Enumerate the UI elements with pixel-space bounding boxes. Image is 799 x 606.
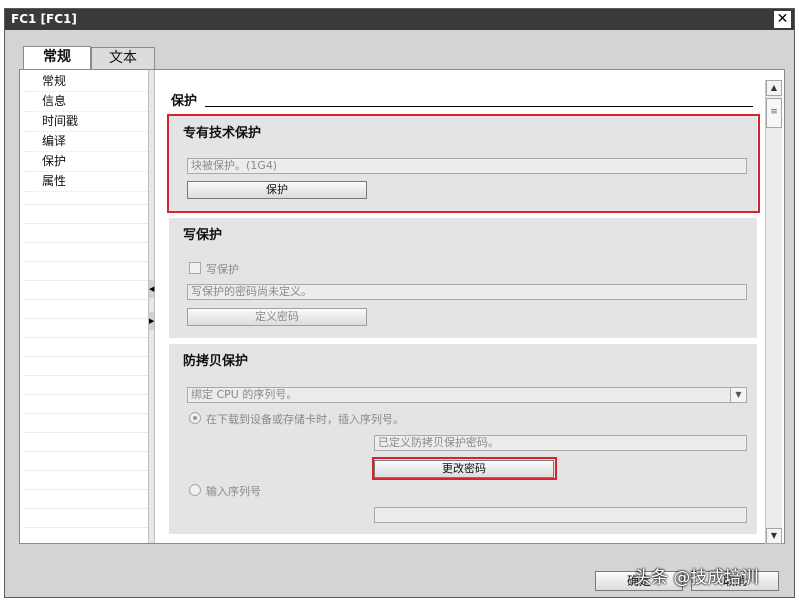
- nav-item-general[interactable]: 常规: [24, 72, 148, 92]
- copy-protection-panel: 防拷贝保护 绑定 CPU 的序列号。 ▼ 在下载到设备或存储卡时，插入序列号。 …: [169, 344, 757, 534]
- copy-protection-status-field: 已定义防拷贝保护密码。: [374, 435, 747, 451]
- collapse-left-icon[interactable]: ◀: [149, 280, 154, 298]
- nav-item-timestamp[interactable]: 时间戳: [24, 112, 148, 132]
- expand-right-icon[interactable]: ▶: [149, 312, 154, 330]
- write-protection-checkbox[interactable]: [189, 262, 201, 274]
- radio-enter-serial-label: 输入序列号: [206, 485, 261, 498]
- radio-insert-serial[interactable]: [189, 412, 201, 424]
- scroll-thumb[interactable]: ≡: [766, 98, 782, 128]
- nav-empty-area: [24, 186, 148, 536]
- write-protection-title: 写保护: [183, 228, 223, 243]
- properties-pane: 保护 专有技术保护 块被保护。(1G4) 保护 写保护 写保护 写保护的密码尚未…: [157, 70, 763, 543]
- define-password-button[interactable]: 定义密码: [187, 308, 367, 326]
- splitter[interactable]: ◀ ▶: [148, 70, 155, 543]
- nav-item-protection[interactable]: 保护: [24, 152, 148, 172]
- radio-insert-serial-label: 在下载到设备或存储卡时，插入序列号。: [206, 413, 404, 426]
- radio-enter-serial[interactable]: [189, 484, 201, 496]
- copy-protection-dropdown-value: 绑定 CPU 的序列号。: [191, 388, 298, 401]
- write-protection-status-field: 写保护的密码尚未定义。: [187, 284, 747, 300]
- tab-general[interactable]: 常规: [23, 46, 91, 70]
- vertical-scrollbar[interactable]: ▲ ≡ ▼: [765, 80, 782, 544]
- copy-protection-title: 防拷贝保护: [183, 354, 249, 369]
- title-bar: FC1 [FC1] ✕: [5, 9, 794, 30]
- section-title: 保护: [171, 94, 198, 109]
- window-title: FC1 [FC1]: [11, 12, 77, 26]
- close-icon[interactable]: ✕: [774, 11, 791, 28]
- content-frame: 常规 信息 时间戳 编译 保护 属性 ◀ ▶ 保护 专有技术保护 块被保护。(1…: [19, 69, 785, 544]
- scroll-up-icon[interactable]: ▲: [766, 80, 782, 96]
- write-protection-checkbox-label: 写保护: [206, 263, 239, 276]
- nav-tree: 常规 信息 时间戳 编译 保护 属性: [24, 72, 148, 192]
- tab-text[interactable]: 文本: [91, 47, 155, 69]
- write-protection-panel: 写保护 写保护 写保护的密码尚未定义。 定义密码: [169, 218, 757, 338]
- know-how-highlight: [167, 114, 760, 213]
- serial-number-input[interactable]: [374, 507, 747, 523]
- nav-item-info[interactable]: 信息: [24, 92, 148, 112]
- chevron-down-icon[interactable]: ▼: [730, 388, 746, 402]
- section-divider: [205, 106, 753, 107]
- copy-protection-dropdown[interactable]: 绑定 CPU 的序列号。 ▼: [187, 387, 747, 403]
- scroll-down-icon[interactable]: ▼: [766, 528, 782, 544]
- nav-item-compile[interactable]: 编译: [24, 132, 148, 152]
- watermark: 头条 @技成培训: [634, 568, 759, 588]
- properties-dialog: FC1 [FC1] ✕ 常规 文本 常规 信息 时间戳 编译 保护 属性 ◀ ▶…: [4, 8, 795, 598]
- change-password-highlight: [372, 457, 557, 480]
